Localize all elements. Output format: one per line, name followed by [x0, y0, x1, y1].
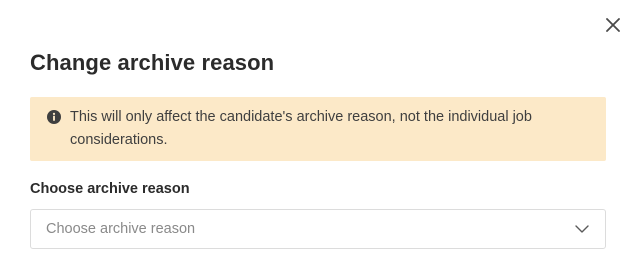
close-button[interactable]: [600, 12, 626, 38]
warning-banner: This will only affect the candidate's ar…: [30, 97, 606, 161]
archive-reason-label: Choose archive reason: [30, 181, 190, 197]
archive-reason-select[interactable]: Choose archive reason: [30, 209, 606, 249]
dialog-title: Change archive reason: [30, 50, 275, 75]
close-icon: [606, 18, 620, 32]
warning-text: This will only affect the candidate's ar…: [70, 109, 532, 148]
archive-reason-placeholder: Choose archive reason: [46, 221, 196, 237]
info-icon: [47, 110, 61, 124]
change-archive-reason-dialog: Change archive reason This will only aff…: [0, 0, 636, 269]
chevron-down-icon: [575, 225, 589, 233]
